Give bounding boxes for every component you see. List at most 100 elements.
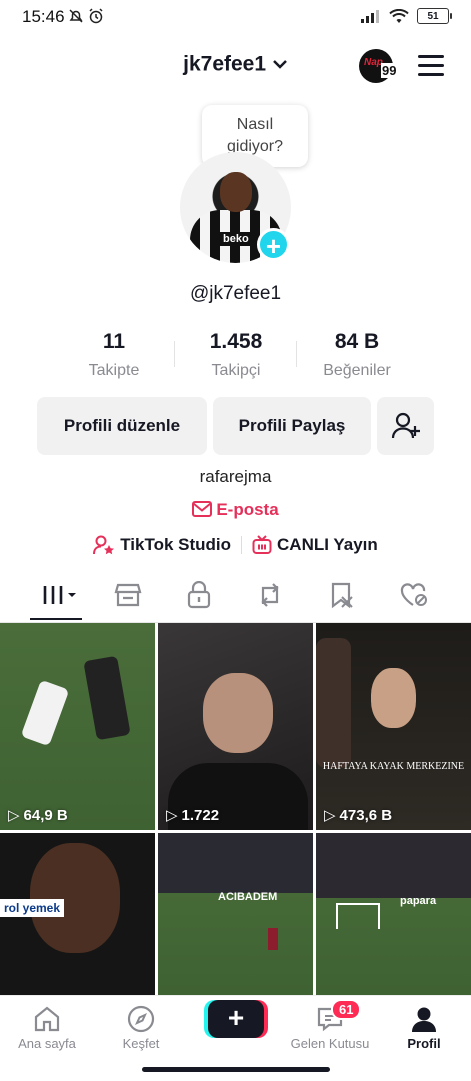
bookmark-icon bbox=[331, 582, 353, 609]
profile-icon bbox=[412, 1007, 436, 1032]
video-views: ▷ 64,9 B bbox=[8, 806, 68, 825]
nav-discover[interactable]: Keşfet bbox=[94, 1002, 188, 1051]
alarm-icon bbox=[89, 8, 103, 24]
video-views: ▷ 473,6 B bbox=[324, 806, 393, 825]
video-caption: papara bbox=[400, 895, 437, 907]
video-caption: rol yemek bbox=[0, 899, 65, 917]
thumb-player bbox=[268, 928, 278, 950]
video-tile[interactable]: papara bbox=[316, 833, 471, 995]
menu-icon[interactable] bbox=[418, 55, 444, 77]
repost-icon bbox=[261, 583, 279, 607]
play-icon: ▷ bbox=[166, 807, 178, 824]
nav-home[interactable]: Ana sayfa bbox=[0, 1002, 94, 1051]
nap-count: 99 bbox=[381, 63, 398, 78]
studio-icon bbox=[93, 535, 115, 555]
thumb-goal bbox=[336, 903, 380, 929]
stat-followers[interactable]: 1.458 Takipçi bbox=[166, 330, 306, 380]
status-bar: 15:46 51 bbox=[0, 0, 471, 34]
video-tile[interactable]: ▷ 1.722 bbox=[158, 623, 313, 830]
create-button[interactable]: + bbox=[208, 1000, 264, 1038]
thumb-stands bbox=[316, 833, 471, 898]
videos-grid-icon bbox=[43, 586, 76, 604]
thumb-player bbox=[20, 679, 70, 747]
video-tile[interactable]: HAFTAYA KAYAK MERKEZINE ▷ 473,6 B bbox=[316, 623, 471, 830]
tab-shop[interactable] bbox=[108, 580, 148, 610]
stat-likes-label: Beğeniler bbox=[323, 362, 391, 379]
profile-handle: @jk7efee1 bbox=[189, 283, 282, 304]
mail-icon bbox=[192, 501, 213, 517]
links-divider bbox=[241, 536, 243, 554]
tab-private[interactable] bbox=[179, 580, 219, 610]
header-username: jk7efee1 bbox=[183, 52, 267, 76]
email-link[interactable]: E-posta bbox=[0, 500, 471, 520]
bubble-line-1: Nasıl bbox=[236, 116, 274, 133]
inbox-badge: 61 bbox=[331, 999, 362, 1020]
play-icon: ▷ bbox=[324, 807, 336, 824]
tab-videos[interactable] bbox=[36, 580, 86, 610]
stat-followers-value: 1.458 bbox=[209, 330, 263, 353]
nav-profile[interactable]: Profil bbox=[377, 1002, 471, 1051]
tab-reposts[interactable] bbox=[250, 580, 290, 610]
video-views: ▷ 1.722 bbox=[166, 806, 220, 825]
signal-icon bbox=[361, 10, 379, 23]
thumb-stands bbox=[158, 833, 313, 893]
live-link[interactable]: CANLI Yayın bbox=[252, 535, 378, 555]
status-time: 15:46 bbox=[22, 7, 65, 26]
edit-profile-button[interactable]: Profili düzenle bbox=[37, 397, 207, 455]
video-tile[interactable]: ACIBADEM bbox=[158, 833, 313, 995]
chevron-down-icon bbox=[272, 60, 287, 70]
wifi-icon bbox=[389, 8, 409, 23]
home-icon bbox=[34, 1006, 60, 1032]
stat-likes[interactable]: 84 B Beğeniler bbox=[287, 330, 427, 380]
nav-profile-label: Profil bbox=[407, 1036, 441, 1051]
nav-inbox[interactable]: Gelen Kutusu bbox=[283, 1002, 377, 1051]
account-switcher[interactable]: jk7efee1 bbox=[0, 52, 471, 76]
active-tab-indicator bbox=[30, 618, 82, 620]
thumb-face bbox=[30, 843, 120, 953]
tiktok-studio-link[interactable]: TikTok Studio bbox=[93, 535, 231, 555]
status-notification-icons bbox=[68, 8, 104, 24]
stat-likes-value: 84 B bbox=[334, 330, 380, 353]
share-profile-button[interactable]: Profili Paylaş bbox=[213, 397, 371, 455]
add-story-button[interactable]: + bbox=[257, 228, 290, 261]
live-label: CANLI Yayın bbox=[277, 535, 378, 554]
thumb-player bbox=[83, 655, 131, 741]
compass-icon bbox=[127, 1005, 155, 1033]
views-count: 1.722 bbox=[181, 806, 220, 824]
avatar-sponsor: beko bbox=[220, 232, 252, 246]
tab-liked[interactable] bbox=[394, 580, 434, 610]
stat-following[interactable]: 11 Takipte bbox=[44, 330, 184, 380]
video-tile[interactable]: ▷ 64,9 B bbox=[0, 623, 155, 830]
stat-following-value: 11 bbox=[102, 330, 126, 353]
video-tile[interactable]: rol yemek bbox=[0, 833, 155, 995]
avatar-head bbox=[220, 172, 252, 212]
home-indicator[interactable] bbox=[142, 1067, 330, 1072]
add-user-icon bbox=[391, 412, 420, 439]
thumb-face bbox=[371, 668, 416, 728]
battery-indicator: 51 bbox=[417, 8, 452, 24]
stat-followers-label: Takipçi bbox=[211, 362, 261, 379]
views-count: 64,9 B bbox=[23, 806, 68, 824]
thumb-face bbox=[203, 673, 273, 753]
profile-tabs bbox=[0, 570, 471, 623]
status-right-icons: 51 bbox=[361, 8, 452, 24]
play-icon: ▷ bbox=[8, 807, 20, 824]
shop-icon bbox=[114, 583, 142, 607]
tab-favorites[interactable] bbox=[322, 580, 362, 610]
nav-discover-label: Keşfet bbox=[122, 1036, 160, 1051]
views-count: 473,6 B bbox=[339, 806, 393, 824]
nav-home-label: Ana sayfa bbox=[18, 1036, 76, 1051]
profile-links: TikTok Studio CANLI Yayın bbox=[0, 535, 471, 555]
tiktok-studio-label: TikTok Studio bbox=[120, 535, 232, 554]
lock-icon bbox=[187, 581, 211, 609]
email-label: E-posta bbox=[216, 500, 279, 519]
liked-icon bbox=[400, 583, 427, 606]
add-friend-button[interactable] bbox=[377, 397, 434, 455]
nav-inbox-label: Gelen Kutusu bbox=[290, 1036, 370, 1051]
thumb-person bbox=[316, 638, 351, 768]
video-caption: HAFTAYA KAYAK MERKEZINE bbox=[322, 761, 465, 772]
bell-muted-icon bbox=[69, 9, 83, 23]
nap-streak-badge[interactable]: Nap 99 bbox=[359, 49, 398, 83]
stat-following-label: Takipte bbox=[88, 362, 140, 379]
video-caption: ACIBADEM bbox=[218, 891, 278, 903]
